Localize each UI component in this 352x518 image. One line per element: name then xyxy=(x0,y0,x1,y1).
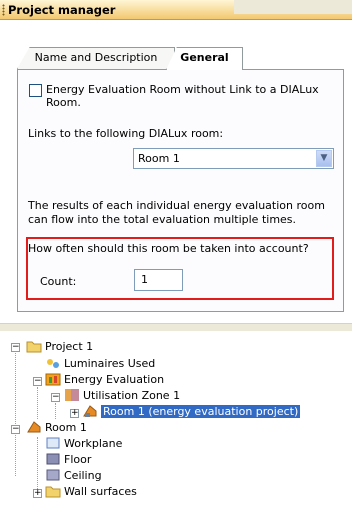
project-tree: − Project 1 Luminaires Used − Energy Eva… xyxy=(0,331,352,518)
tree-item-label: Floor xyxy=(64,453,92,466)
title-bar-strip xyxy=(234,0,352,14)
tree-item-label: Ceiling xyxy=(64,469,102,482)
expand-icon[interactable]: + xyxy=(70,409,79,418)
room-select[interactable]: Room 1 ▼ xyxy=(133,148,334,169)
chevron-down-icon[interactable]: ▼ xyxy=(316,150,332,167)
tree-item-wall-surfaces[interactable]: Wall surfaces xyxy=(45,484,137,500)
luminaire-icon xyxy=(45,356,61,370)
collapse-icon[interactable]: − xyxy=(51,393,60,402)
tree-item-label: Energy Evaluation xyxy=(64,373,165,386)
tree-item-label: Utilisation Zone 1 xyxy=(83,389,181,402)
tree-item-label: Room 1 xyxy=(45,421,87,434)
tree-guide-line xyxy=(15,347,16,476)
expand-icon[interactable]: + xyxy=(33,489,42,498)
zone-icon xyxy=(64,388,80,402)
panel-title-bar: Project manager xyxy=(0,0,352,20)
how-often-label: How often should this room be taken into… xyxy=(28,242,309,255)
tree-item-selected-room[interactable]: Room 1 (energy evaluation project) xyxy=(82,404,301,420)
ceiling-icon xyxy=(45,468,61,482)
tree-item-label: Room 1 (energy evaluation project) xyxy=(101,405,301,418)
tree-guide-line xyxy=(37,437,38,491)
count-label: Count: xyxy=(40,275,77,288)
count-input[interactable]: 1 xyxy=(134,269,183,291)
tree-item-floor[interactable]: Floor xyxy=(45,452,91,468)
tab-general[interactable]: General xyxy=(166,47,243,70)
tab-name-and-description[interactable]: Name and Description xyxy=(17,47,175,69)
tree-item-label: Luminaires Used xyxy=(64,357,156,370)
floor-icon xyxy=(45,452,61,466)
tree-item-label: Project 1 xyxy=(45,340,94,353)
no-link-checkbox-label: Energy Evaluation Room without Link to a… xyxy=(46,83,319,109)
energy-icon xyxy=(45,372,61,386)
tree-item-room[interactable]: Room 1 xyxy=(26,420,87,436)
room-icon xyxy=(82,404,98,418)
collapse-icon[interactable]: − xyxy=(33,377,42,386)
workplane-icon xyxy=(45,436,61,450)
tree-item-workplane[interactable]: Workplane xyxy=(45,436,122,452)
grip-icon[interactable] xyxy=(2,4,5,16)
tree-guide-line xyxy=(37,387,38,419)
room-icon xyxy=(26,420,42,434)
links-label: Links to the following DIALux room: xyxy=(28,127,224,140)
folder-icon xyxy=(26,339,42,353)
tree-item-energy-evaluation[interactable]: Energy Evaluation xyxy=(45,372,164,388)
tree-guide-line xyxy=(55,403,56,419)
collapse-icon[interactable]: − xyxy=(11,343,20,352)
tree-item-luminaires[interactable]: Luminaires Used xyxy=(45,356,155,372)
results-text: The results of each individual energy ev… xyxy=(28,199,325,226)
folder-icon xyxy=(45,484,61,498)
tree-item-ceiling[interactable]: Ceiling xyxy=(45,468,102,484)
tree-item-label: Workplane xyxy=(64,437,123,450)
tree-item-label: Wall surfaces xyxy=(64,485,137,498)
tree-item-project[interactable]: Project 1 xyxy=(26,339,93,355)
collapse-icon[interactable]: − xyxy=(11,425,20,434)
panel-title: Project manager xyxy=(8,3,116,17)
no-link-checkbox[interactable] xyxy=(29,84,42,97)
room-select-value: Room 1 xyxy=(138,152,180,165)
tree-item-utilisation-zone[interactable]: Utilisation Zone 1 xyxy=(64,388,180,404)
